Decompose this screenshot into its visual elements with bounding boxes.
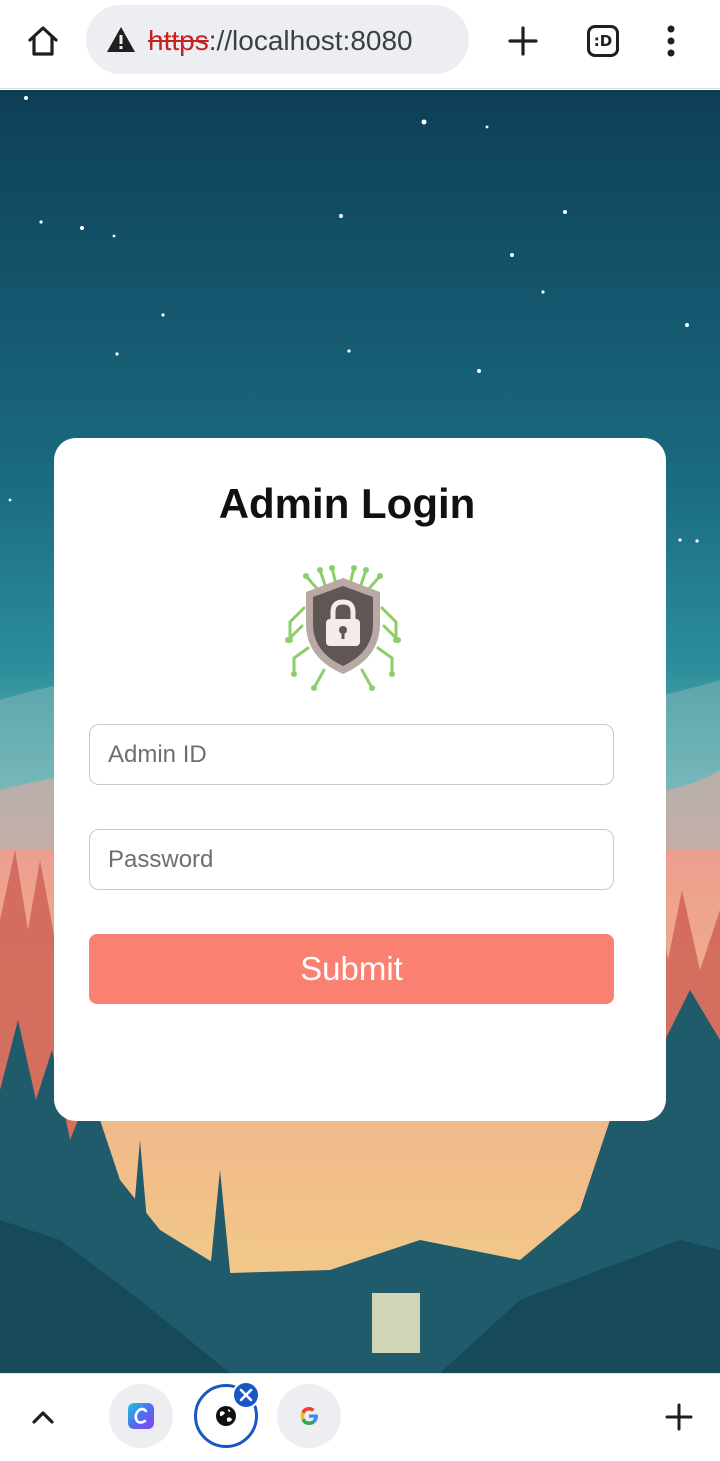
login-card: Admin Login Submit: [54, 438, 666, 1121]
more-vert-icon: [667, 25, 675, 57]
tab-switcher-button[interactable]: :D: [580, 18, 626, 64]
home-button[interactable]: [20, 18, 66, 64]
url-text: https://localhost:8080: [148, 25, 413, 57]
new-tab-button[interactable]: [500, 18, 546, 64]
globe-icon: [216, 1406, 236, 1426]
expand-tab-strip-button[interactable]: [20, 1394, 66, 1440]
add-tab-button[interactable]: [656, 1394, 702, 1440]
page-viewport: Admin Login Submit: [0, 90, 720, 1373]
browser-toolbar: https://localhost:8080 :D: [0, 0, 720, 89]
shield-lock-circuit-icon: [285, 565, 401, 691]
tab-switcher-icon: :D: [587, 25, 619, 57]
tab-canva[interactable]: [109, 1384, 173, 1448]
close-tab-button[interactable]: [232, 1381, 260, 1409]
plus-icon: [508, 26, 538, 56]
home-icon: [28, 26, 58, 56]
password-field[interactable]: [89, 829, 614, 890]
tab-google[interactable]: [277, 1384, 341, 1448]
chevron-up-icon: [32, 1411, 54, 1424]
tab-strip: [0, 1373, 720, 1461]
menu-button[interactable]: [648, 18, 694, 64]
url-scheme: https: [148, 25, 209, 56]
address-bar[interactable]: https://localhost:8080: [86, 5, 469, 74]
admin-id-field[interactable]: [89, 724, 614, 785]
canva-icon: [128, 1403, 154, 1429]
url-host: ://localhost:8080: [208, 25, 413, 56]
plus-icon: [665, 1403, 693, 1431]
warning-icon[interactable]: [106, 25, 136, 55]
page-title: Admin Login: [218, 480, 476, 527]
google-icon: [300, 1407, 318, 1425]
close-icon: [239, 1388, 253, 1402]
submit-button[interactable]: Submit: [89, 934, 614, 1004]
